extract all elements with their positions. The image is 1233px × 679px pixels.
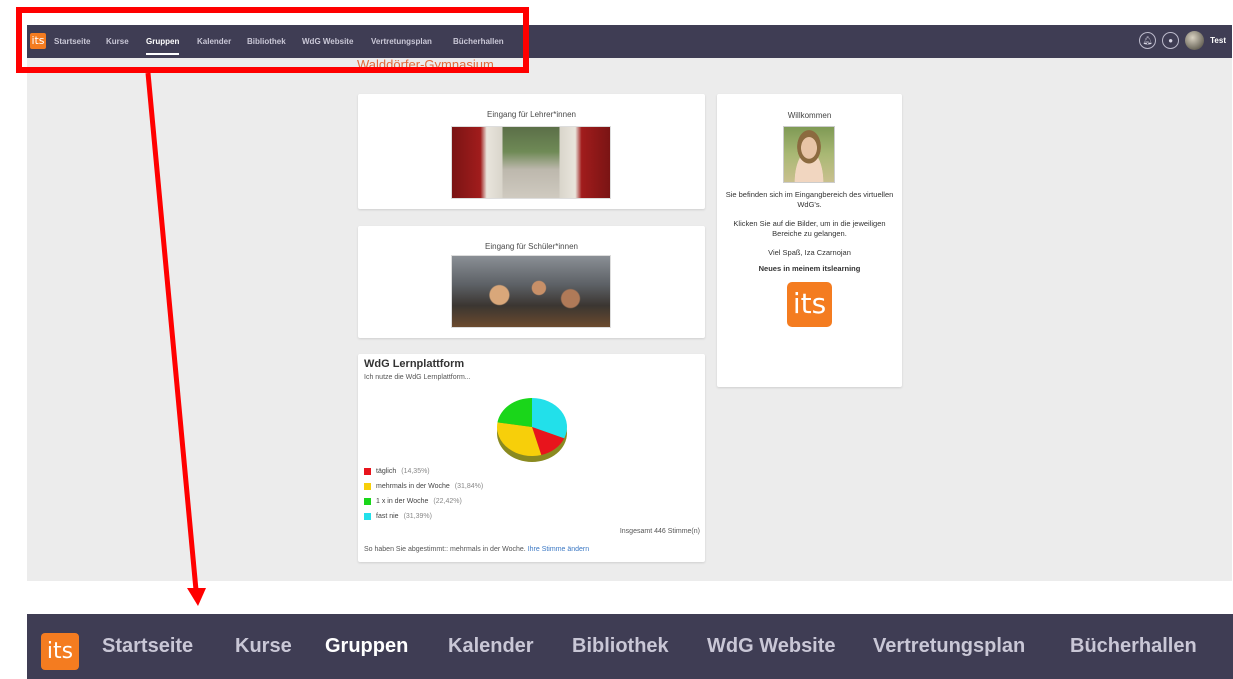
zoomed-nav-bibliothek[interactable]: Bibliothek bbox=[572, 614, 669, 679]
annotation-arrow bbox=[145, 72, 206, 606]
its-logo-zoomed[interactable]: its bbox=[41, 633, 79, 670]
zoomed-nav-gruppen[interactable]: Gruppen bbox=[325, 614, 408, 679]
zoomed-navigation-bar: its Startseite Kurse Gruppen Kalender Bi… bbox=[27, 614, 1233, 679]
zoomed-nav-kalender[interactable]: Kalender bbox=[448, 614, 534, 679]
zoomed-nav-vertretungsplan[interactable]: Vertretungsplan bbox=[873, 614, 1025, 679]
zoomed-nav-buecherhallen[interactable]: Bücherhallen bbox=[1070, 614, 1197, 679]
zoomed-nav-startseite[interactable]: Startseite bbox=[102, 614, 193, 679]
zoomed-nav-kurse[interactable]: Kurse bbox=[235, 614, 292, 679]
zoomed-nav-wdg-website[interactable]: WdG Website bbox=[707, 614, 836, 679]
